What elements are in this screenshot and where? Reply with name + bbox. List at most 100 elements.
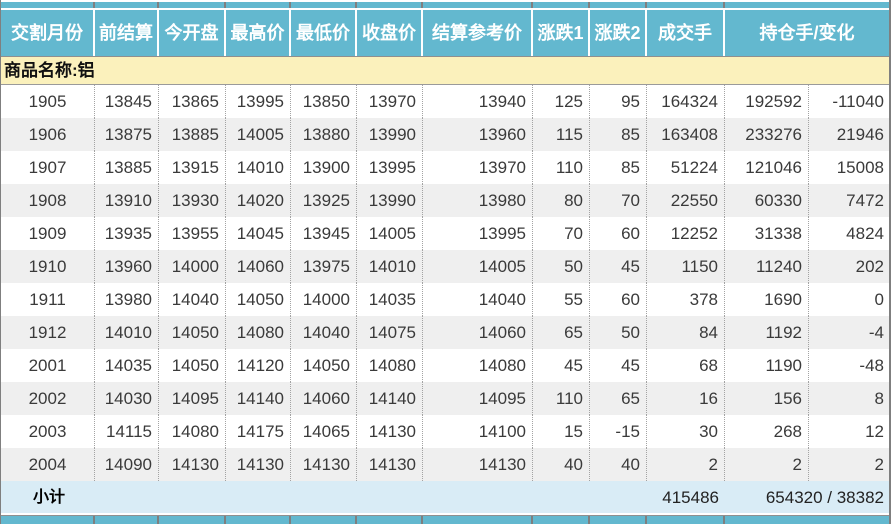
- value-cell: 110: [533, 151, 590, 184]
- value-cell: 115: [533, 118, 590, 151]
- header-sliver-cell: [291, 516, 357, 524]
- value-cell: 45: [590, 349, 647, 382]
- value-cell: 80: [533, 184, 590, 217]
- table-row-1912[interactable]: 1912 14010 14050 14080 14040 14075 14060 65 50 84…: [1, 316, 889, 349]
- value-cell: 12252: [647, 217, 725, 250]
- table-row-1907[interactable]: 1907 13885 13915 14010 13900 13995 13970 110 85 5…: [1, 151, 889, 184]
- value-cell: 14080: [159, 415, 226, 448]
- value-cell: 2: [874, 455, 884, 474]
- value-cell: 14095: [423, 382, 533, 415]
- column-header-3: 最高价: [226, 10, 291, 56]
- value-cell: 14050: [159, 316, 226, 349]
- value-cell: 15008: [836, 158, 884, 177]
- value-cell: 50: [590, 316, 647, 349]
- value-cell: 13845: [95, 85, 159, 118]
- column-header-2: 今开盘: [159, 10, 226, 56]
- value-cell: 14035: [95, 349, 159, 382]
- value-cell: 14075: [357, 316, 423, 349]
- table-row-1908[interactable]: 1908 13910 13930 14020 13925 13990 13980 80 70 22…: [1, 184, 889, 217]
- value-cell: 13865: [159, 85, 226, 118]
- header-sliver-cell: [647, 516, 725, 524]
- value-cell: 12: [865, 422, 884, 441]
- table-row-1911[interactable]: 1911 13980 14040 14050 14000 14035 14040 55 60 37…: [1, 283, 889, 316]
- header-sliver-cell: [226, 516, 291, 524]
- value-cell: -11040: [832, 92, 884, 111]
- value-cell: 45: [533, 349, 590, 382]
- value-cell: 31338: [725, 217, 809, 250]
- value-cell: -15: [590, 415, 647, 448]
- value-cell: 16: [647, 382, 725, 415]
- next-section-header-sliver: [1, 515, 889, 524]
- value-cell: 13935: [95, 217, 159, 250]
- value-cell: 14060: [226, 250, 291, 283]
- value-cell: 14080: [423, 349, 533, 382]
- value-cell: 65: [533, 316, 590, 349]
- value-cell: 163408: [647, 118, 725, 151]
- value-cell: 13995: [357, 151, 423, 184]
- value-cell: 14010: [357, 250, 423, 283]
- value-cell: 13960: [95, 250, 159, 283]
- value-cell: 14130: [159, 448, 226, 481]
- table-row-2001[interactable]: 2001 14035 14050 14120 14050 14080 14080 45 45 68…: [1, 349, 889, 382]
- value-cell: 121046: [725, 151, 809, 184]
- value-cell: 14130: [226, 448, 291, 481]
- value-cell: 70: [533, 217, 590, 250]
- value-cell: 13875: [95, 118, 159, 151]
- header-sliver-cell: [590, 516, 647, 524]
- month-cell: 1911: [1, 283, 95, 316]
- value-cell: 192592: [725, 85, 809, 118]
- table-row-1905[interactable]: 1905 13845 13865 13995 13850 13970 13940 125 95 1…: [1, 85, 889, 118]
- value-cell: 40: [590, 448, 647, 481]
- value-cell: 14130: [423, 448, 533, 481]
- value-cell: 164324: [647, 85, 725, 118]
- header-sliver-cell: [725, 2, 889, 8]
- value-cell: 1192: [725, 316, 809, 349]
- header-sliver-cell: [423, 2, 533, 8]
- header-sliver-cell: [533, 2, 590, 8]
- value-cell: 60: [590, 283, 647, 316]
- value-cell: 11240: [725, 250, 809, 283]
- value-cell: 14005: [423, 250, 533, 283]
- value-cell: 14140: [357, 382, 423, 415]
- value-cell: 110: [533, 382, 590, 415]
- value-cell: 13925: [291, 184, 357, 217]
- value-cell: 378: [647, 283, 725, 316]
- value-cell: 156: [725, 382, 809, 415]
- column-header-4: 最低价: [291, 10, 357, 56]
- value-cell: 14100: [423, 415, 533, 448]
- table-row-2004[interactable]: 2004 14090 14130 14130 14130 14130 14130 40 40 2 2…: [1, 448, 889, 481]
- table-row-2002[interactable]: 2002 14030 14095 14140 14060 14140 14095 110 65 1…: [1, 382, 889, 415]
- table-row-1906[interactable]: 1906 13875 13885 14005 13880 13990 13960 115 85 1…: [1, 118, 889, 151]
- value-cell: 14045: [226, 217, 291, 250]
- header-sliver-cell: [590, 2, 647, 8]
- subtotal-row: 小计 415486 654320 / 38382: [1, 481, 889, 515]
- column-header-9: 成交手: [647, 10, 725, 56]
- header-sliver-cell: [95, 2, 159, 8]
- month-cell: 2002: [1, 382, 95, 415]
- value-cell: 14090: [95, 448, 159, 481]
- month-cell: 1909: [1, 217, 95, 250]
- value-cell: 95: [590, 85, 647, 118]
- table-row-2003[interactable]: 2003 14115 14080 14175 14065 14130 14100 15 -15 3…: [1, 415, 889, 448]
- subtotal-spacer: [159, 481, 647, 514]
- value-cell: 14005: [226, 118, 291, 151]
- value-cell: 125: [533, 85, 590, 118]
- table-row-1910[interactable]: 1910 13960 14000 14060 13975 14010 14005 50 45 11…: [1, 250, 889, 283]
- value-cell: 7472: [846, 191, 884, 210]
- value-cell: 21946: [836, 125, 884, 144]
- value-cell: 50: [533, 250, 590, 283]
- value-cell: 14095: [159, 382, 226, 415]
- table-row-1909[interactable]: 1909 13935 13955 14045 13945 14005 13995 70 60 12…: [1, 217, 889, 250]
- value-cell: 14010: [226, 151, 291, 184]
- value-cell: 14035: [357, 283, 423, 316]
- value-cell: 14030: [95, 382, 159, 415]
- value-cell: 13990: [357, 184, 423, 217]
- value-cell: 40: [533, 448, 590, 481]
- value-cell: 14010: [95, 316, 159, 349]
- value-cell: 60: [590, 217, 647, 250]
- value-cell: 14040: [291, 316, 357, 349]
- value-cell: 14080: [357, 349, 423, 382]
- value-cell: 13915: [159, 151, 226, 184]
- value-cell: 13885: [95, 151, 159, 184]
- product-name-row: 商品名称:铝: [1, 57, 889, 85]
